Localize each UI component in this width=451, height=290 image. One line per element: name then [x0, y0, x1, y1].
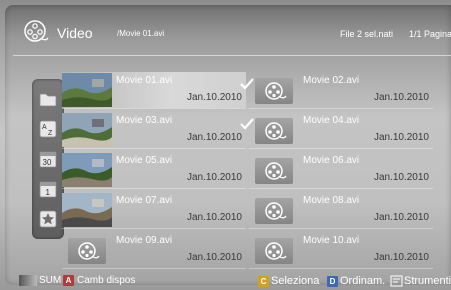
file-item[interactable]: Movie 10.avi Jan.10.2010 — [249, 232, 433, 269]
file-name: Movie 04.avi — [303, 115, 360, 126]
file-thumbnail-image — [62, 73, 112, 107]
video-file-icon — [249, 113, 299, 147]
file-thumbnail-image — [62, 153, 112, 187]
file-name: Movie 03.avi — [116, 115, 173, 126]
header: Video /Movie 01.avi File 2 sel.nati 1/1 … — [5, 5, 451, 57]
video-file-icon — [62, 233, 112, 267]
folder-icon[interactable] — [36, 87, 60, 111]
file-name: Movie 06.avi — [303, 155, 360, 166]
row-divider — [62, 148, 246, 149]
row-divider — [62, 108, 246, 109]
svg-text:30: 30 — [43, 158, 52, 167]
video-reel-icon — [23, 19, 49, 45]
select-button[interactable]: Seleziona — [271, 275, 319, 287]
row-divider — [249, 268, 433, 269]
file-item[interactable]: Movie 09.avi Jan.10.2010 — [62, 232, 246, 269]
svg-text:A: A — [42, 124, 47, 131]
row-divider — [249, 108, 433, 109]
file-name: Movie 05.avi — [116, 155, 173, 166]
video-file-icon — [249, 193, 299, 227]
row-divider — [62, 188, 246, 189]
tools-icon — [390, 275, 403, 290]
sort-button[interactable]: Ordinam. — [340, 275, 385, 287]
app-title: Video — [57, 25, 93, 41]
sum-label: SUM — [39, 275, 62, 286]
svg-text:Z: Z — [48, 130, 53, 137]
file-item[interactable]: Movie 06.avi Jan.10.2010 — [249, 152, 433, 189]
file-name: Movie 09.avi — [116, 235, 173, 246]
svg-text:1: 1 — [46, 188, 51, 197]
video-browser-screen: Video /Movie 01.avi File 2 sel.nati 1/1 … — [0, 0, 451, 290]
file-date: Jan.10.2010 — [373, 252, 429, 263]
calendar-30-icon[interactable]: 30 — [36, 147, 60, 171]
row-divider — [249, 228, 433, 229]
file-item[interactable]: Movie 04.avi Jan.10.2010 — [240, 112, 433, 149]
file-date: Jan.10.2010 — [373, 212, 429, 223]
file-name: Movie 08.avi — [303, 195, 360, 206]
d-key-icon: D — [327, 276, 338, 287]
row-divider — [62, 268, 246, 269]
sum-key-icon — [19, 275, 37, 286]
calendar-1-icon[interactable]: 1 — [36, 177, 60, 201]
footer-bar: SUM A Camb dispos C Seleziona D Ordinam.… — [5, 272, 451, 290]
file-item[interactable]: Movie 07.avi Jan.10.2010 — [62, 192, 246, 229]
file-date: Jan.10.2010 — [186, 212, 242, 223]
file-thumbnail-image — [62, 113, 112, 147]
content-panel: Video /Movie 01.avi File 2 sel.nati 1/1 … — [5, 5, 451, 287]
sort-sidebar: AZ 30 1 — [32, 79, 64, 239]
file-item[interactable]: Movie 03.avi Jan.10.2010 — [62, 112, 246, 149]
file-name: Movie 07.avi — [116, 195, 173, 206]
tools-button[interactable]: Strumenti — [404, 275, 451, 287]
file-date: Jan.10.2010 — [186, 92, 242, 103]
selected-count: File 2 sel.nati — [340, 29, 394, 39]
current-file-path: /Movie 01.avi — [117, 29, 165, 38]
file-date: Jan.10.2010 — [373, 132, 429, 143]
file-date: Jan.10.2010 — [373, 172, 429, 183]
file-name: Movie 02.avi — [303, 75, 360, 86]
file-date: Jan.10.2010 — [186, 172, 242, 183]
checkmark-icon — [239, 117, 255, 131]
video-file-icon — [249, 233, 299, 267]
file-item[interactable]: Movie 05.avi Jan.10.2010 — [62, 152, 246, 189]
file-item[interactable]: Movie 02.avi Jan.10.2010 — [240, 72, 433, 109]
file-name: Movie 01.avi — [116, 75, 173, 86]
row-divider — [249, 148, 433, 149]
sort-az-icon[interactable]: AZ — [36, 117, 60, 141]
a-key-icon: A — [63, 275, 74, 286]
row-divider — [62, 228, 246, 229]
file-name: Movie 10.avi — [303, 235, 360, 246]
header-divider — [13, 55, 451, 56]
video-file-icon — [249, 73, 299, 107]
checkmark-icon — [239, 77, 255, 91]
change-device-button[interactable]: Camb dispos — [77, 275, 135, 286]
file-item[interactable]: Movie 01.avi Jan.10.2010 — [62, 72, 246, 109]
file-date: Jan.10.2010 — [373, 92, 429, 103]
file-thumbnail-image — [62, 193, 112, 227]
file-item[interactable]: Movie 08.avi Jan.10.2010 — [249, 192, 433, 229]
star-icon[interactable] — [36, 207, 60, 231]
page-indicator: 1/1 Pagina — [409, 29, 451, 39]
file-date: Jan.10.2010 — [186, 252, 242, 263]
row-divider — [249, 188, 433, 189]
c-key-icon: C — [258, 276, 269, 287]
file-date: Jan.10.2010 — [186, 132, 242, 143]
video-file-icon — [249, 153, 299, 187]
